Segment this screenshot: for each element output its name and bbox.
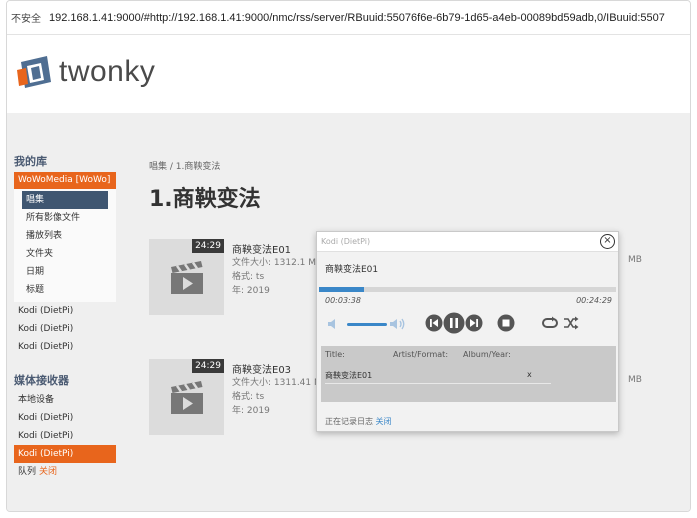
shuffle-icon[interactable] — [563, 316, 579, 330]
item-size: 文件大小: 1312.1 MB — [232, 255, 322, 268]
sidebar-item-all-videos[interactable]: 所有影像文件 — [14, 209, 116, 227]
total-time: 00:24:29 — [576, 296, 612, 305]
progress-bar[interactable] — [319, 287, 616, 292]
renderer-local[interactable]: 本地设备 — [14, 391, 116, 409]
address-bar[interactable]: 不安全 192.168.1.41:9000/#http://192.168.1.… — [7, 1, 690, 35]
item-year: 年: 2019 — [232, 403, 270, 416]
video-clapper-icon — [171, 261, 203, 294]
breadcrumb[interactable]: 唱集 / 1.商鞅变法 — [149, 159, 220, 172]
renderer-device[interactable]: Kodi (DietPi) — [14, 409, 116, 427]
elapsed-time: 00:03:38 — [325, 296, 361, 305]
format-value: ts — [255, 272, 265, 282]
logo-text: twonky — [59, 55, 156, 88]
selected-server[interactable]: WoWoMedia [WoWo] — [14, 172, 116, 189]
library-device[interactable]: Kodi (DietPi) — [14, 302, 116, 320]
size-label: 文件大小: — [232, 378, 272, 388]
queue-close-link[interactable]: 关闭 — [39, 467, 57, 477]
log-status: 正在记录日志 关闭 — [325, 416, 392, 427]
library-device[interactable]: Kodi (DietPi) — [14, 338, 116, 356]
video-thumbnail[interactable]: 24:29 — [149, 359, 224, 435]
volume-slider[interactable] — [347, 323, 387, 326]
content-area: 我的库 WoWoMedia [WoWo] 唱集 所有影像文件 播放列表 文件夹 … — [7, 113, 690, 511]
queue-row-title[interactable]: 商鞅变法E01 — [325, 370, 372, 381]
size-value: 1312.1 MB — [273, 258, 323, 268]
log-label: 正在记录日志 — [325, 417, 373, 426]
sidebar-item-title[interactable]: 标题 — [14, 281, 116, 299]
duration-badge: 24:29 — [192, 359, 224, 373]
volume-low-icon[interactable] — [327, 318, 339, 330]
next-icon[interactable] — [465, 314, 483, 332]
size-unit-tail: MB — [628, 375, 642, 385]
queue-row-remove[interactable]: x — [527, 370, 532, 379]
log-close-link[interactable]: 关闭 — [376, 417, 392, 426]
duration-badge: 24:29 — [192, 239, 224, 253]
previous-icon[interactable] — [425, 314, 443, 332]
year-label: 年: — [232, 406, 245, 416]
renderer-device[interactable]: Kodi (DietPi) — [14, 427, 116, 445]
video-thumbnail[interactable]: 24:29 — [149, 239, 224, 315]
player-popup: Kodi (DietPi) × 商鞅变法E01 00:03:38 00:24:2… — [316, 231, 619, 432]
format-label: 格式: — [232, 272, 254, 282]
sidebar-item-playlists[interactable]: 播放列表 — [14, 227, 116, 245]
library-heading: 我的库 — [14, 155, 47, 168]
renderer-device-selected[interactable]: Kodi (DietPi) — [14, 445, 116, 463]
year-value: 2019 — [246, 406, 270, 416]
twonky-logo-icon — [17, 56, 51, 88]
library-device[interactable]: Kodi (DietPi) — [14, 320, 116, 338]
player-controls — [327, 312, 612, 336]
queue-header-artist: Artist/Format: — [393, 350, 449, 359]
renderer-heading: 媒体接收器 — [14, 374, 69, 387]
pause-icon[interactable] — [443, 312, 465, 334]
app-header: twonky — [7, 35, 690, 113]
item-size: 文件大小: 1311.41 MB — [232, 375, 328, 388]
volume-high-icon[interactable] — [389, 317, 407, 331]
item-title[interactable]: 商鞅变法E01 — [232, 241, 291, 256]
sidebar-item-albums[interactable]: 唱集 — [22, 191, 108, 209]
insecure-indicator[interactable]: 不安全 — [11, 10, 41, 25]
progress-fill — [319, 287, 364, 292]
item-title[interactable]: 商鞅变法E03 — [232, 361, 291, 376]
video-clapper-icon — [171, 381, 203, 414]
item-format: 格式: ts — [232, 269, 264, 282]
format-value: ts — [255, 392, 265, 402]
stop-icon[interactable] — [497, 314, 515, 332]
repeat-icon[interactable] — [541, 316, 559, 330]
queue-header-title: Title: — [325, 350, 345, 359]
now-playing-title: 商鞅变法E01 — [325, 265, 379, 275]
library-sub-menu: 唱集 所有影像文件 播放列表 文件夹 日期 标题 — [14, 189, 116, 302]
player-header: Kodi (DietPi) × — [317, 232, 618, 252]
close-icon[interactable]: × — [600, 234, 615, 249]
format-label: 格式: — [232, 392, 254, 402]
year-value: 2019 — [246, 286, 270, 296]
sidebar: 我的库 WoWoMedia [WoWo] 唱集 所有影像文件 播放列表 文件夹 … — [14, 153, 116, 481]
queue-row: 队列 关闭 — [14, 463, 116, 481]
play-queue-table: Title: Artist/Format: Album/Year: 商鞅变法E0… — [321, 346, 616, 402]
url-text[interactable]: 192.168.1.41:9000/#http://192.168.1.41:9… — [49, 12, 665, 24]
sidebar-item-date[interactable]: 日期 — [14, 263, 116, 281]
queue-header-album: Album/Year: — [463, 350, 511, 359]
queue-label: 队列 — [18, 467, 37, 477]
year-label: 年: — [232, 286, 245, 296]
player-device-name: Kodi (DietPi) — [321, 237, 371, 246]
item-year: 年: 2019 — [232, 283, 270, 296]
browser-window: 不安全 192.168.1.41:9000/#http://192.168.1.… — [6, 0, 691, 512]
queue-row-divider — [325, 383, 551, 384]
size-unit-tail: MB — [628, 255, 642, 265]
twonky-logo[interactable]: twonky — [17, 55, 155, 89]
item-format: 格式: ts — [232, 389, 264, 402]
sidebar-item-folders[interactable]: 文件夹 — [14, 245, 116, 263]
page-title: 1.商鞅变法 — [149, 187, 261, 212]
size-label: 文件大小: — [232, 258, 272, 268]
